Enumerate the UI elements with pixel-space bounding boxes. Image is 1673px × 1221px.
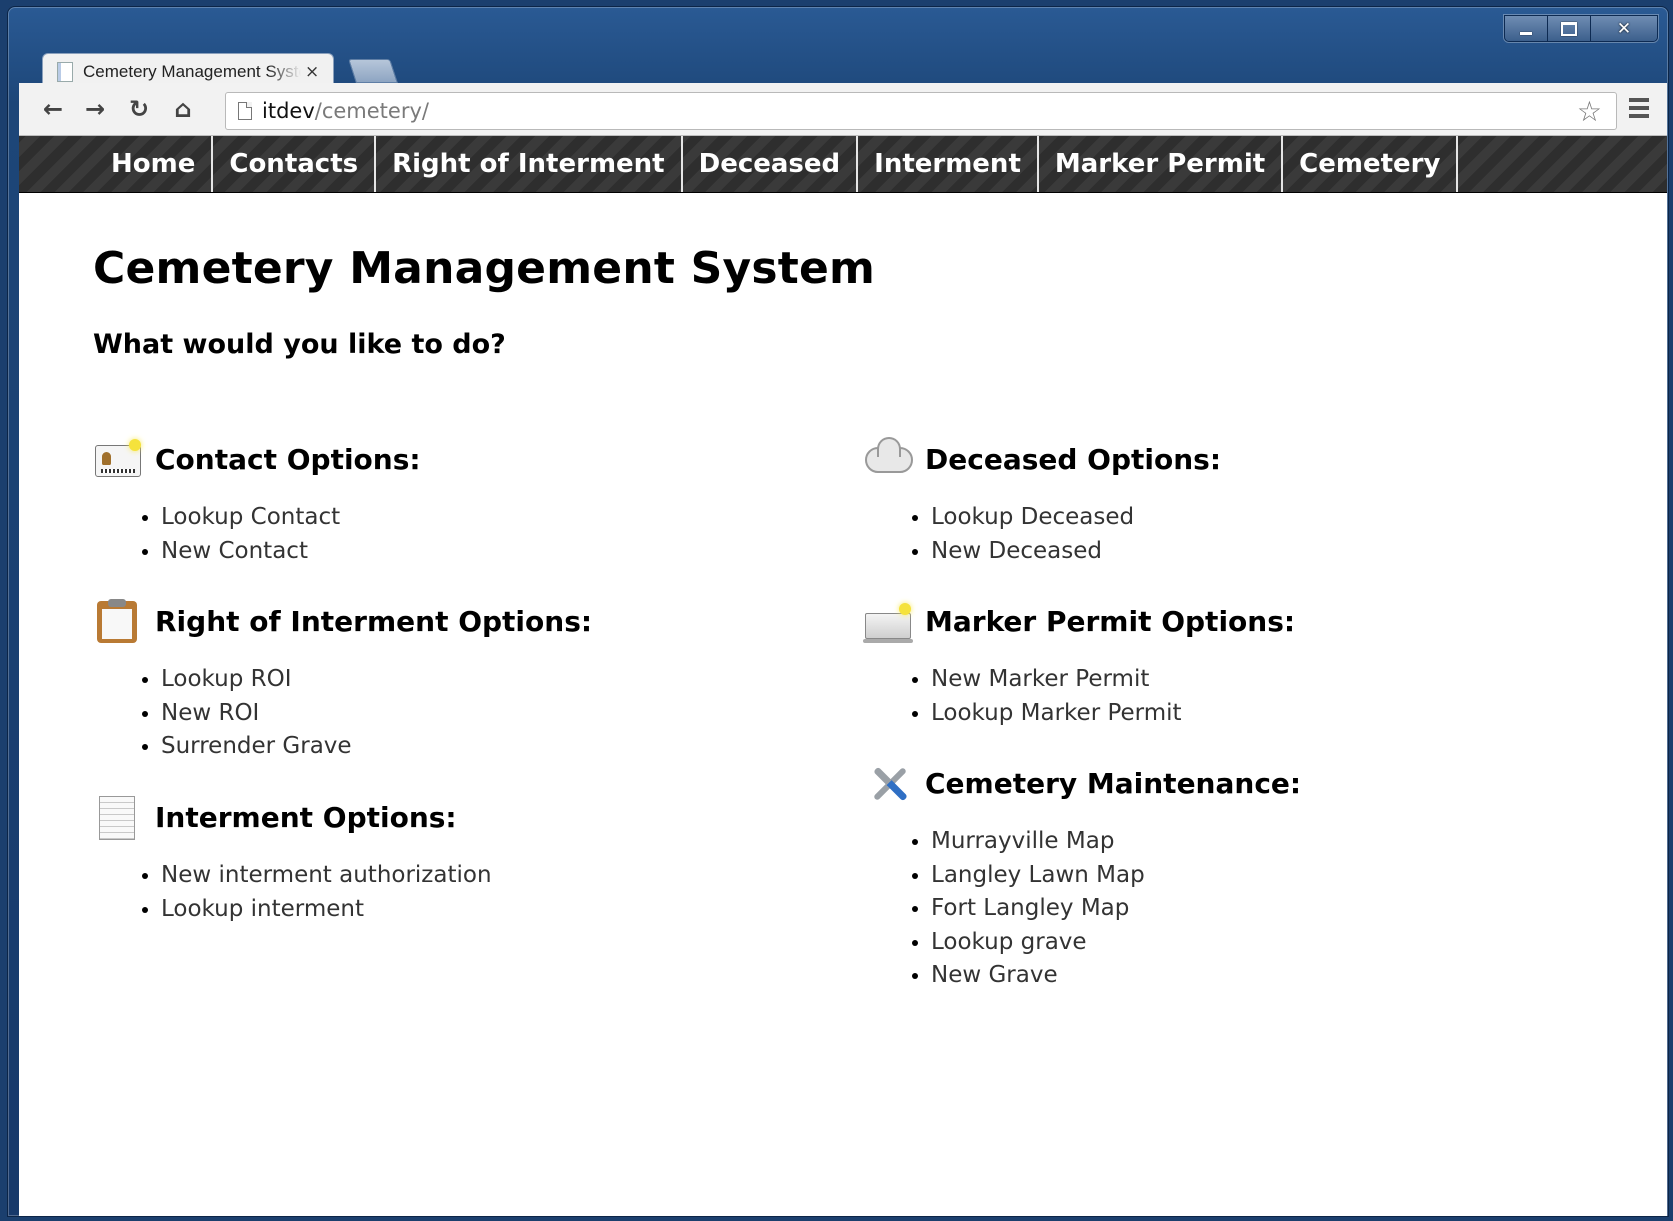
clipboard-icon bbox=[93, 599, 143, 643]
list-item: New Deceased bbox=[931, 535, 1221, 569]
list-item: New Contact bbox=[161, 535, 421, 569]
link-lookup-roi[interactable]: Lookup ROI bbox=[161, 666, 292, 692]
url-host: itdev bbox=[262, 99, 315, 123]
list-item: New interment authorization bbox=[161, 859, 492, 893]
section-title: Right of Interment Options: bbox=[155, 604, 593, 638]
home-icon: ⌂ bbox=[174, 95, 192, 123]
section-title: Marker Permit Options: bbox=[925, 604, 1296, 638]
maximize-button[interactable] bbox=[1548, 16, 1591, 41]
page-title: Cemetery Management System bbox=[93, 243, 876, 294]
link-fort-langley-map[interactable]: Fort Langley Map bbox=[931, 895, 1129, 921]
list-item: Langley Lawn Map bbox=[931, 859, 1301, 893]
link-new-contact[interactable]: New Contact bbox=[161, 538, 308, 564]
tools-icon bbox=[863, 761, 913, 805]
deceased-links: Lookup Deceased New Deceased bbox=[863, 501, 1221, 568]
nav-marker-permit[interactable]: Marker Permit bbox=[1039, 136, 1284, 192]
browser-toolbar: ← → ↻ ⌂ itdev/cemetery/ ☆ bbox=[19, 83, 1667, 136]
page-prompt: What would you like to do? bbox=[93, 329, 506, 360]
section-title: Cemetery Maintenance: bbox=[925, 766, 1302, 800]
nav-contacts[interactable]: Contacts bbox=[213, 136, 377, 192]
list-item: Surrender Grave bbox=[161, 730, 592, 764]
section-deceased-options: Deceased Options: Lookup Deceased New De… bbox=[863, 437, 1221, 568]
laptop-icon bbox=[863, 599, 913, 643]
list-item: Lookup ROI bbox=[161, 663, 592, 697]
link-lookup-contact[interactable]: Lookup Contact bbox=[161, 504, 340, 530]
tab-title: Cemetery Management System bbox=[83, 62, 301, 81]
section-title: Deceased Options: bbox=[925, 442, 1222, 476]
browser-menu-icon[interactable] bbox=[1629, 98, 1649, 118]
maximize-icon bbox=[1561, 21, 1577, 36]
link-new-deceased[interactable]: New Deceased bbox=[931, 538, 1102, 564]
document-icon bbox=[93, 795, 143, 840]
link-lookup-marker-permit[interactable]: Lookup Marker Permit bbox=[931, 700, 1182, 726]
maintenance-links: Murrayville Map Langley Lawn Map Fort La… bbox=[863, 825, 1301, 993]
page-viewport: Home Contacts Right of Interment Decease… bbox=[19, 136, 1667, 1216]
list-item: Fort Langley Map bbox=[931, 892, 1301, 926]
list-item: New ROI bbox=[161, 697, 592, 731]
main-nav: Home Contacts Right of Interment Decease… bbox=[19, 136, 1667, 193]
link-lookup-deceased[interactable]: Lookup Deceased bbox=[931, 504, 1134, 530]
tab-strip: Cemetery Management System × bbox=[30, 47, 1430, 90]
link-langley-lawn-map[interactable]: Langley Lawn Map bbox=[931, 862, 1145, 888]
marker-permit-links: New Marker Permit Lookup Marker Permit bbox=[863, 663, 1295, 730]
reload-button[interactable]: ↻ bbox=[125, 95, 153, 123]
nav-right-of-interment[interactable]: Right of Interment bbox=[376, 136, 683, 192]
page-icon bbox=[238, 102, 252, 120]
cloud-icon bbox=[863, 437, 913, 481]
tab-close-icon[interactable]: × bbox=[305, 62, 319, 82]
nav-deceased[interactable]: Deceased bbox=[683, 136, 859, 192]
list-item: Lookup grave bbox=[931, 926, 1301, 960]
link-lookup-grave[interactable]: Lookup grave bbox=[931, 929, 1087, 955]
forward-button[interactable]: → bbox=[81, 95, 109, 123]
list-item: Lookup Deceased bbox=[931, 501, 1221, 535]
page-favicon-icon bbox=[57, 62, 73, 82]
arrow-right-icon: → bbox=[84, 95, 106, 123]
list-item: Murrayville Map bbox=[931, 825, 1301, 859]
window-caption-buttons: ✕ bbox=[1504, 15, 1658, 42]
link-murrayville-map[interactable]: Murrayville Map bbox=[931, 828, 1114, 854]
reload-icon: ↻ bbox=[128, 95, 150, 123]
link-new-interment-authorization[interactable]: New interment authorization bbox=[161, 862, 492, 888]
list-item: Lookup Marker Permit bbox=[931, 697, 1295, 731]
nav-cemetery[interactable]: Cemetery bbox=[1283, 136, 1459, 192]
arrow-left-icon: ← bbox=[42, 95, 64, 123]
section-title: Contact Options: bbox=[155, 442, 421, 476]
close-icon: ✕ bbox=[1616, 18, 1632, 39]
section-title: Interment Options: bbox=[155, 800, 457, 834]
section-roi-options: Right of Interment Options: Lookup ROI N… bbox=[93, 599, 592, 764]
minimize-button[interactable] bbox=[1505, 16, 1548, 41]
link-lookup-interment[interactable]: Lookup interment bbox=[161, 896, 364, 922]
url-path: /cemetery/ bbox=[314, 99, 429, 123]
section-interment-options: Interment Options: New interment authori… bbox=[93, 795, 492, 926]
new-tab-button[interactable] bbox=[348, 59, 398, 83]
link-new-roi[interactable]: New ROI bbox=[161, 700, 259, 726]
contact-links: Lookup Contact New Contact bbox=[93, 501, 421, 568]
link-new-marker-permit[interactable]: New Marker Permit bbox=[931, 666, 1149, 692]
interment-links: New interment authorization Lookup inter… bbox=[93, 859, 492, 926]
browser-window: ✕ Cemetery Management System × ← → ↻ ⌂ i… bbox=[7, 6, 1669, 1217]
list-item: Lookup interment bbox=[161, 893, 492, 927]
address-bar[interactable]: itdev/cemetery/ ☆ bbox=[225, 92, 1617, 130]
back-button[interactable]: ← bbox=[39, 95, 67, 123]
section-marker-permit-options: Marker Permit Options: New Marker Permit… bbox=[863, 599, 1295, 730]
section-cemetery-maintenance: Cemetery Maintenance: Murrayville Map La… bbox=[863, 761, 1301, 993]
url-text: itdev/cemetery/ bbox=[262, 99, 429, 123]
section-contact-options: Contact Options: Lookup Contact New Cont… bbox=[93, 437, 421, 568]
list-item: New Grave bbox=[931, 959, 1301, 993]
link-surrender-grave[interactable]: Surrender Grave bbox=[161, 733, 352, 759]
list-item: New Marker Permit bbox=[931, 663, 1295, 697]
roi-links: Lookup ROI New ROI Surrender Grave bbox=[93, 663, 592, 764]
list-item: Lookup Contact bbox=[161, 501, 421, 535]
home-button[interactable]: ⌂ bbox=[169, 95, 197, 123]
bookmark-star-icon[interactable]: ☆ bbox=[1577, 95, 1602, 128]
contact-card-icon bbox=[93, 437, 143, 481]
link-new-grave[interactable]: New Grave bbox=[931, 962, 1058, 988]
nav-home[interactable]: Home bbox=[95, 136, 214, 192]
minimize-icon bbox=[1520, 32, 1532, 35]
close-window-button[interactable]: ✕ bbox=[1591, 16, 1657, 41]
nav-interment[interactable]: Interment bbox=[858, 136, 1039, 192]
